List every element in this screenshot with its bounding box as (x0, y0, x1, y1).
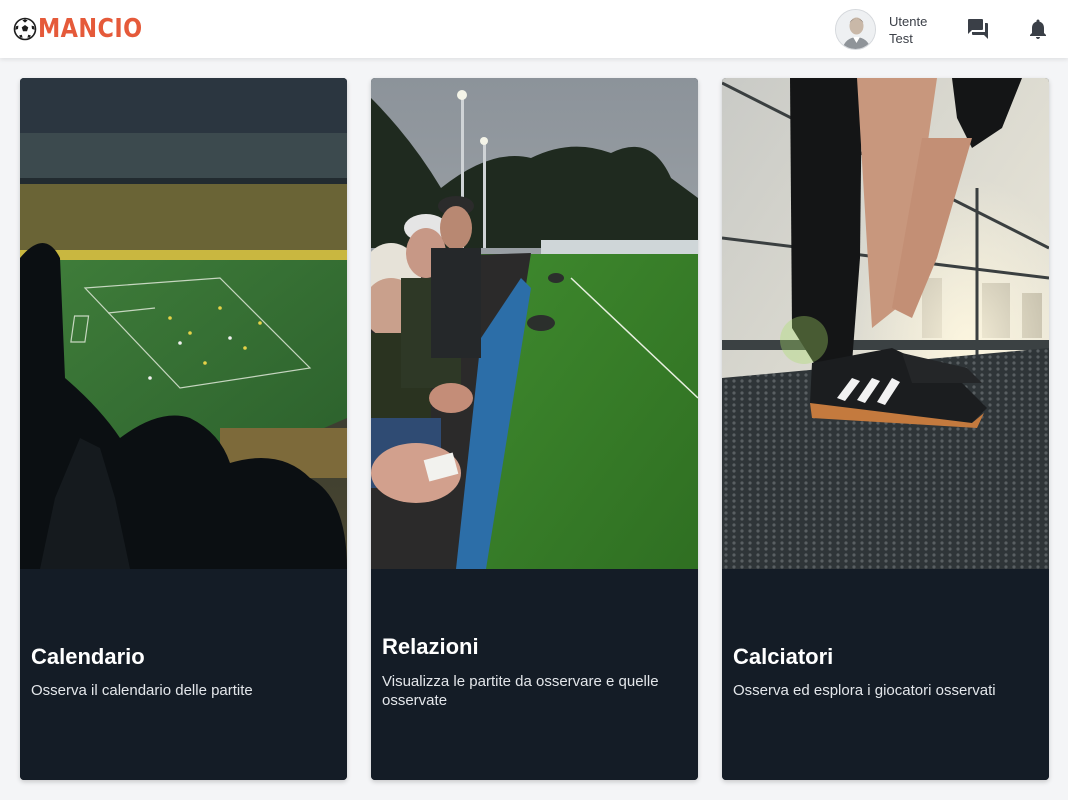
card-relazioni[interactable]: Relazioni Visualizza le partite da osser… (371, 78, 698, 780)
chat-button[interactable] (966, 17, 990, 41)
card-title: Calendario (31, 644, 145, 669)
card-description: Visualizza le partite da osservare e que… (382, 673, 659, 709)
top-navigation-bar: MANCIO Utente Test (0, 0, 1068, 58)
card-body: Calciatori Osserva ed esplora i giocator… (722, 569, 1049, 780)
user-avatar-icon (836, 10, 875, 49)
stadium-crowd-photo (20, 78, 347, 569)
notifications-button[interactable] (1026, 17, 1050, 41)
player-tying-boots-photo (722, 78, 1049, 569)
card-title: Calciatori (733, 644, 834, 669)
card-body: Calendario Osserva il calendario delle p… (20, 569, 347, 780)
soccer-ball-icon (13, 17, 37, 41)
card-body: Relazioni Visualizza le partite da osser… (371, 569, 698, 780)
bell-icon (1030, 19, 1046, 39)
logo-text: MANCIO (38, 14, 143, 44)
card-description: Osserva il calendario delle partite (31, 682, 253, 699)
card-description: Osserva ed esplora i giocatori osservati (733, 682, 996, 699)
card-title: Relazioni (382, 634, 479, 659)
user-menu[interactable]: Utente Test (835, 9, 949, 50)
user-last-name: Test (889, 30, 913, 46)
card-calendario[interactable]: Calendario Osserva il calendario delle p… (20, 78, 347, 780)
spectators-at-pitch-photo (371, 78, 698, 569)
user-name: Utente Test (889, 13, 949, 47)
app-logo[interactable]: MANCIO (13, 14, 160, 44)
user-first-name: Utente (889, 13, 928, 29)
avatar (835, 9, 876, 50)
chat-icon (968, 19, 988, 39)
card-calciatori[interactable]: Calciatori Osserva ed esplora i giocator… (722, 78, 1049, 780)
